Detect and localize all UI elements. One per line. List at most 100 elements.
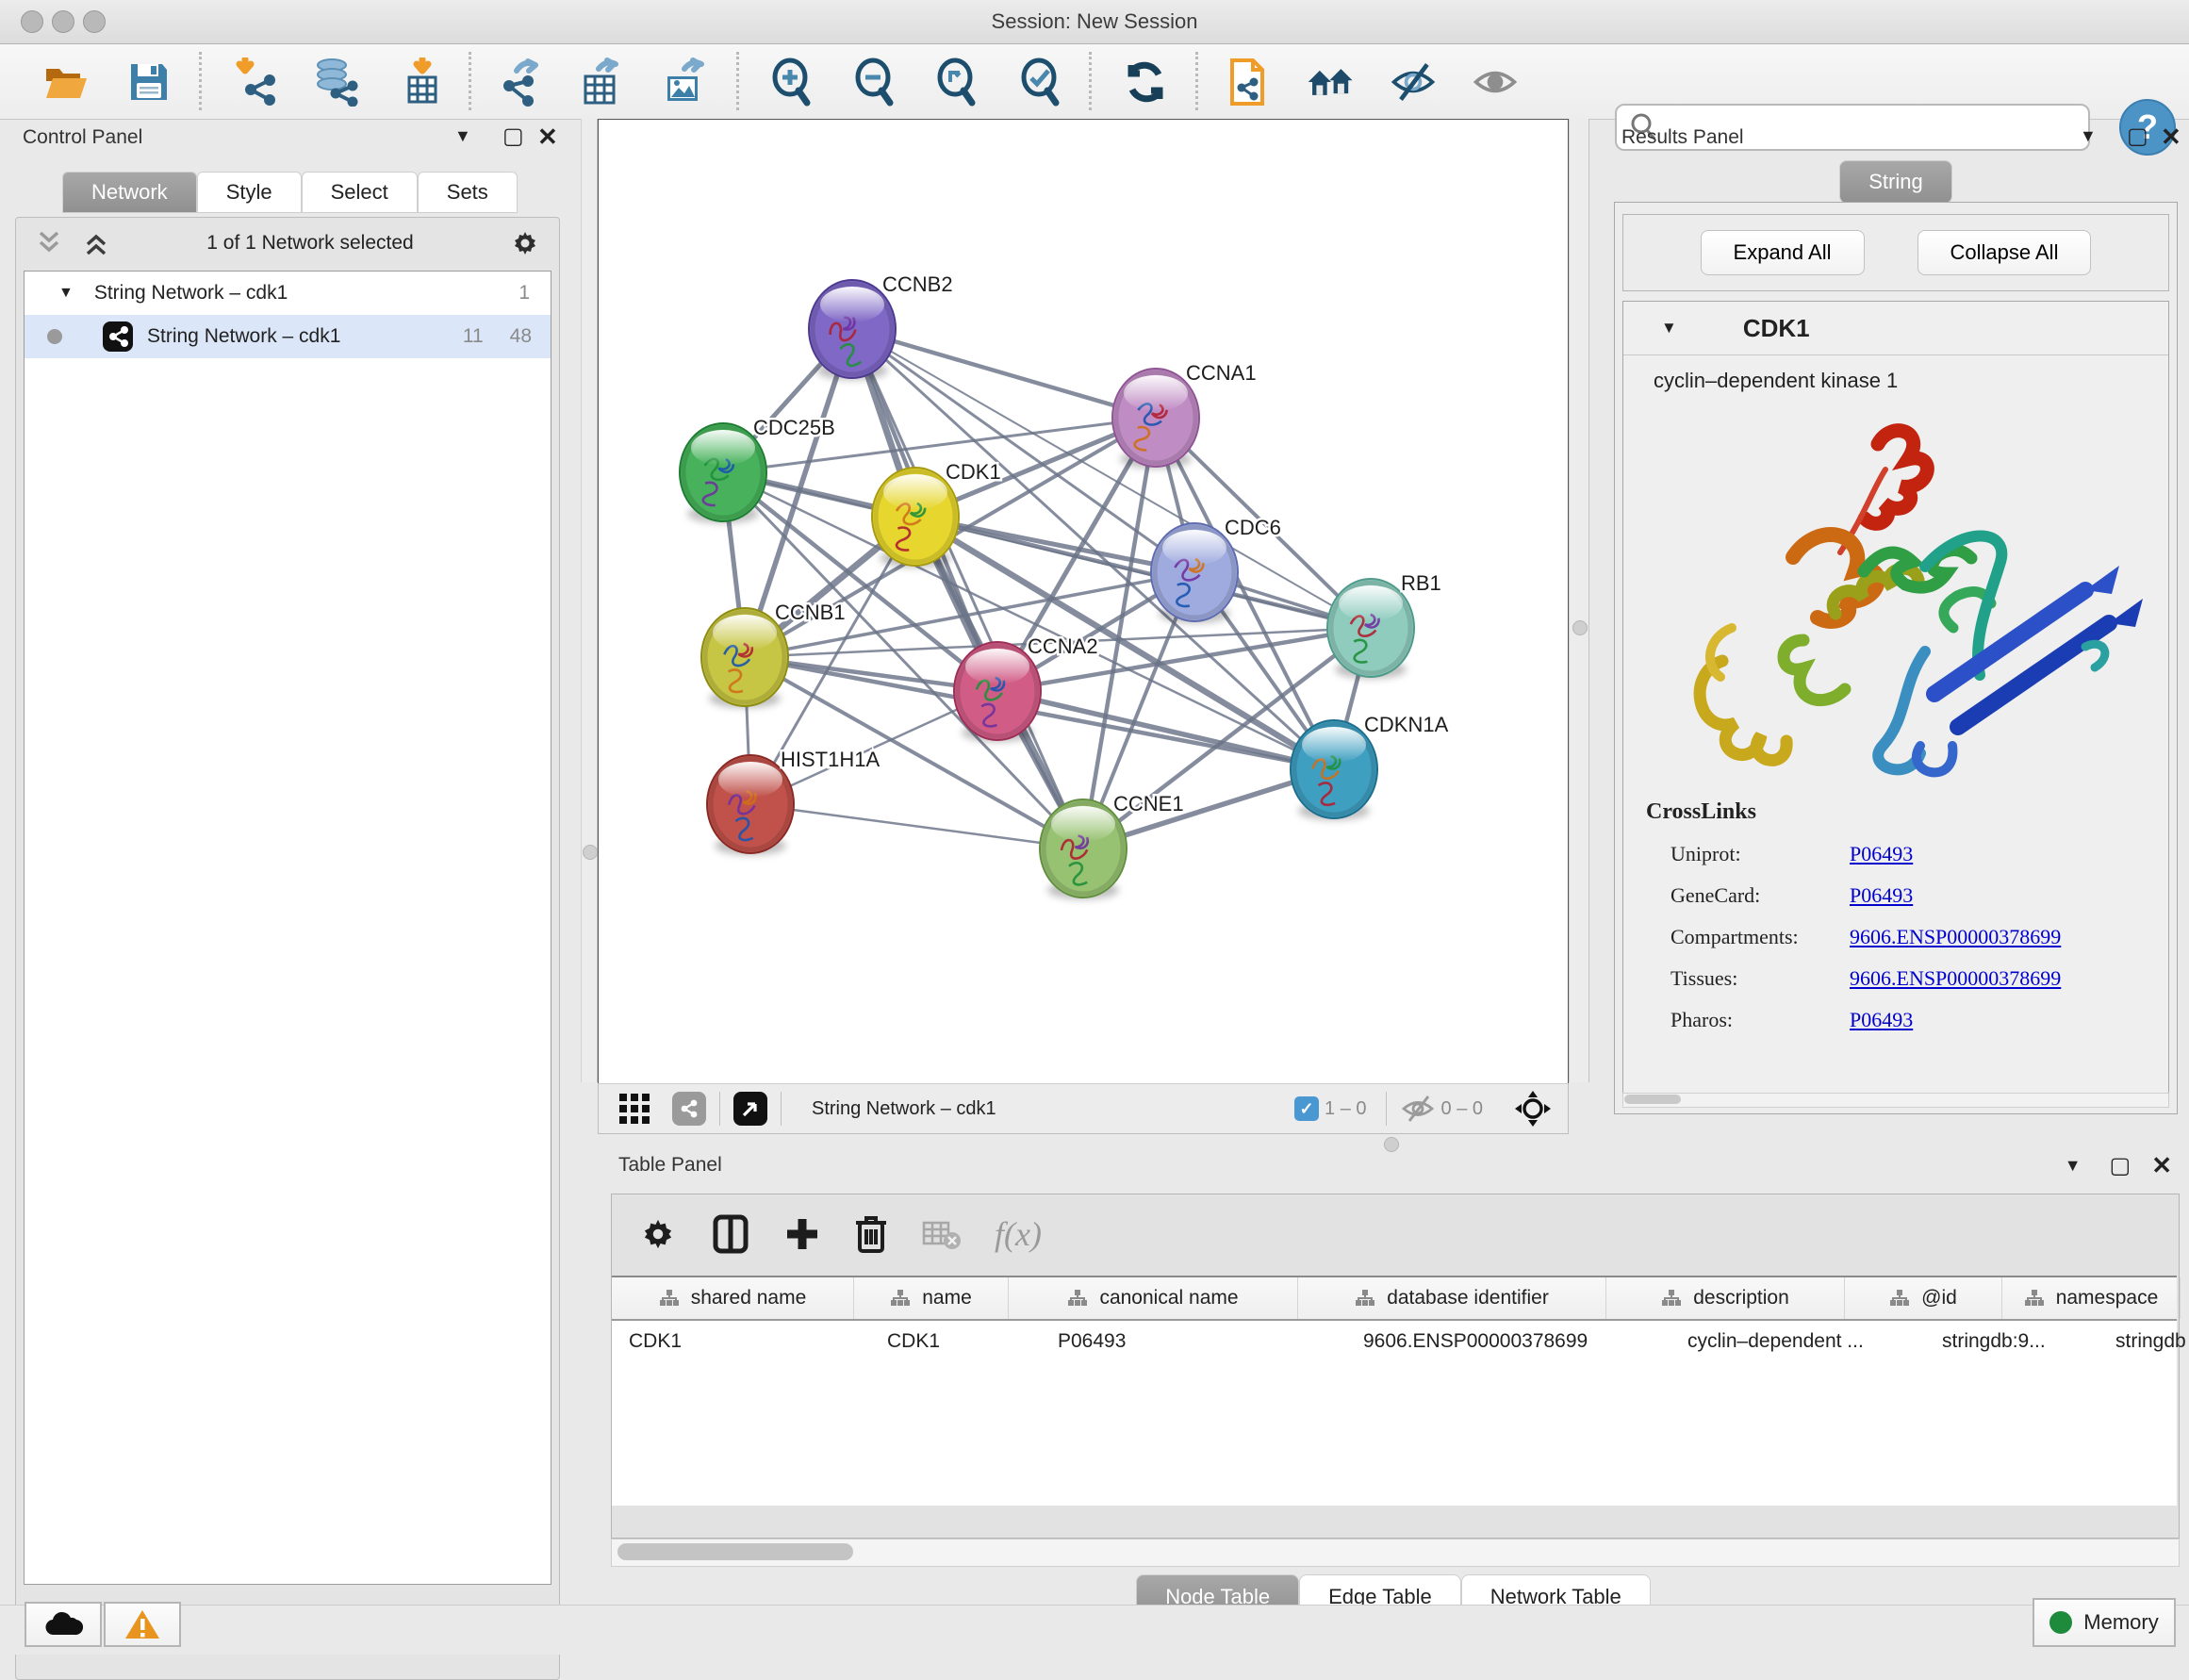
save-session-button[interactable]	[124, 58, 173, 107]
node-table-data-row[interactable]: CDK1CDK1P064939606.ENSP00000378699cyclin…	[612, 1321, 2177, 1362]
export-image-button[interactable]	[660, 58, 709, 107]
section-expander-icon[interactable]: ▼	[1661, 319, 1677, 338]
right-splitter[interactable]	[1569, 119, 1589, 1082]
export-table-button[interactable]	[576, 58, 625, 107]
results-horizontal-scrollbar[interactable]	[1622, 1093, 2169, 1108]
node-CDKN1A[interactable]: CDKN1A	[1291, 713, 1449, 820]
cell[interactable]: 9606.ENSP00000378699	[1346, 1321, 1671, 1362]
warnings-button[interactable]	[104, 1602, 181, 1647]
column-type-icon	[2024, 1289, 2045, 1308]
results-panel-float-button[interactable]: ▢	[2127, 123, 2148, 150]
control-panel-float-button[interactable]: ▢	[502, 123, 524, 150]
network-snapshot-button[interactable]	[1223, 58, 1272, 107]
control-panel-menu-button[interactable]: ▼	[454, 126, 471, 146]
node-CDC6[interactable]: CDC6	[1151, 516, 1281, 623]
add-column-icon[interactable]	[783, 1215, 821, 1253]
results-panel-menu-button[interactable]: ▼	[2080, 126, 2097, 146]
birdseye-grid-icon[interactable]	[617, 1092, 651, 1126]
results-panel-close-button[interactable]: ✕	[2161, 123, 2181, 152]
home-galaxy-button[interactable]	[1307, 58, 1356, 107]
node-RB1[interactable]: RB1	[1327, 571, 1441, 679]
edge-CCNA2-CDKN1A[interactable]	[997, 691, 1334, 769]
collapse-all-icon[interactable]	[33, 229, 65, 257]
memory-button[interactable]: Memory	[2033, 1598, 2176, 1647]
splitter-handle[interactable]	[583, 845, 598, 860]
tree-expander-icon[interactable]: ▼	[58, 285, 74, 302]
node-label-CCNE1: CCNE1	[1113, 792, 1184, 815]
control-panel-close-button[interactable]: ✕	[537, 123, 558, 152]
protein-section-header[interactable]: ▼ CDK1	[1623, 302, 2168, 355]
network-collection-row[interactable]: ▼ String Network – cdk1 1	[25, 272, 551, 315]
node-HIST1H1A[interactable]: HIST1H1A	[707, 748, 880, 855]
open-session-button[interactable]	[41, 58, 91, 107]
network-options-gear-icon[interactable]	[508, 226, 542, 260]
cell[interactable]: CDK1	[612, 1321, 870, 1362]
network-canvas[interactable]: CCNB2CCNA1CDC25BCDK1CDC6RB1CCNB1CCNA2CDK…	[598, 119, 1569, 1084]
hide-selected-button[interactable]	[1389, 58, 1438, 107]
refresh-view-button[interactable]	[1121, 58, 1170, 107]
zoom-selected-button[interactable]	[1016, 58, 1065, 107]
crosslink-link[interactable]: P06493	[1850, 842, 1913, 866]
import-table-button[interactable]	[398, 58, 447, 107]
collapse-all-button[interactable]: Collapse All	[1917, 230, 2092, 275]
splitter-handle[interactable]	[1572, 620, 1588, 635]
scrollbar-thumb[interactable]	[1624, 1095, 1681, 1104]
share-network-button[interactable]	[672, 1092, 706, 1126]
table-options-gear-icon[interactable]	[638, 1214, 678, 1254]
delete-column-trash-icon[interactable]	[853, 1213, 889, 1255]
open-in-new-window-button[interactable]	[733, 1092, 767, 1126]
import-network-file-button[interactable]	[232, 58, 281, 107]
edge-HIST1H1A-CCNE1[interactable]	[750, 804, 1083, 848]
pan-crosshair-icon[interactable]	[1513, 1089, 1553, 1128]
network-row[interactable]: String Network – cdk1 11 48	[25, 315, 551, 358]
column-header--id[interactable]: @id	[1845, 1277, 2002, 1319]
network-graph[interactable]: CCNB2CCNA1CDC25BCDK1CDC6RB1CCNB1CCNA2CDK…	[599, 120, 1568, 1083]
cell[interactable]: stringdb:9...	[1925, 1321, 2098, 1362]
edge-CCNB2-CCNE1[interactable]	[852, 329, 1083, 848]
show-all-button[interactable]	[1471, 58, 1520, 107]
zoom-in-button[interactable]	[767, 58, 816, 107]
cloud-status-button[interactable]	[25, 1602, 102, 1647]
table-panel-close-button[interactable]: ✕	[2151, 1151, 2172, 1180]
cell[interactable]: stringdb	[2098, 1321, 2189, 1362]
import-network-database-button[interactable]	[311, 58, 360, 107]
table-panel-float-button[interactable]: ▢	[2110, 1152, 2131, 1179]
node-CCNE1[interactable]: CCNE1	[1040, 792, 1184, 899]
selected-nodes-checkbox[interactable]: ✓	[1294, 1096, 1319, 1121]
crosslink-link[interactable]: P06493	[1850, 1008, 1913, 1032]
expand-all-icon[interactable]	[80, 229, 112, 257]
node-label-CDK1: CDK1	[946, 460, 1001, 484]
export-network-button[interactable]	[496, 58, 545, 107]
hidden-eye-slash-icon[interactable]	[1400, 1095, 1436, 1123]
edge-CCNB2-CCNA1[interactable]	[852, 329, 1156, 418]
scrollbar-thumb[interactable]	[617, 1543, 853, 1560]
node-CCNB2[interactable]: CCNB2	[809, 272, 953, 380]
cell[interactable]: CDK1	[870, 1321, 1041, 1362]
column-header-shared-name[interactable]: shared name	[612, 1277, 854, 1319]
cell[interactable]: cyclin–dependent ...	[1671, 1321, 1925, 1362]
zoom-out-button[interactable]	[850, 58, 899, 107]
cell[interactable]: P06493	[1041, 1321, 1346, 1362]
column-header-name[interactable]: name	[854, 1277, 1009, 1319]
tab-style[interactable]: Style	[197, 172, 302, 213]
column-header-description[interactable]: description	[1606, 1277, 1845, 1319]
table-panel-menu-button[interactable]: ▼	[2065, 1156, 2082, 1176]
table-horizontal-scrollbar[interactable]	[611, 1539, 2180, 1567]
show-columns-icon[interactable]	[710, 1213, 751, 1255]
tab-network[interactable]: Network	[62, 172, 197, 213]
column-header-namespace[interactable]: namespace	[2002, 1277, 2181, 1319]
crosslink-link[interactable]: P06493	[1850, 883, 1913, 908]
node-CCNA2[interactable]: CCNA2	[954, 634, 1098, 742]
tab-select[interactable]: Select	[302, 172, 418, 213]
crosslink-link[interactable]: 9606.ENSP00000378699	[1850, 925, 2061, 949]
left-splitter[interactable]	[581, 119, 598, 1082]
node-CCNA1[interactable]: CCNA1	[1112, 361, 1257, 469]
tab-sets[interactable]: Sets	[418, 172, 518, 213]
zoom-fit-button[interactable]	[932, 58, 981, 107]
expand-all-button[interactable]: Expand All	[1701, 230, 1865, 275]
column-header-database-identifier[interactable]: database identifier	[1298, 1277, 1606, 1319]
node-CDK1[interactable]: CDK1	[872, 460, 1001, 568]
crosslink-link[interactable]: 9606.ENSP00000378699	[1850, 966, 2061, 991]
tab-string[interactable]: String	[1839, 160, 1951, 204]
column-header-canonical-name[interactable]: canonical name	[1009, 1277, 1298, 1319]
